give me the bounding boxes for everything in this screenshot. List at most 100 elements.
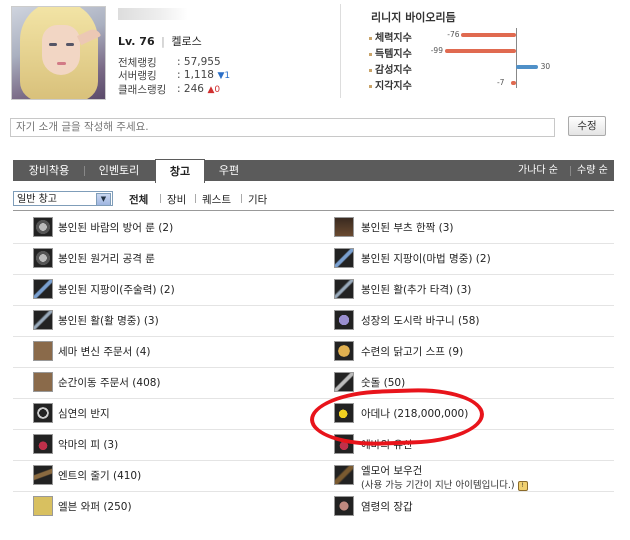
staff-icon xyxy=(33,279,53,299)
filter-equipment[interactable]: 장비 xyxy=(167,192,186,207)
level-server-line: Lv. 76 | 켈로스 xyxy=(118,35,202,48)
level-label: Lv. 76 xyxy=(118,35,155,48)
row-divider xyxy=(13,491,614,492)
potion-icon xyxy=(33,434,53,454)
intro-input[interactable] xyxy=(11,119,551,134)
biorhythm-value: 30 xyxy=(540,62,551,71)
item-name[interactable]: 봉인된 부츠 한짝 (3) xyxy=(361,220,454,235)
rank-value-total: : 57,955 xyxy=(177,56,221,68)
rank-value: 246 xyxy=(183,83,204,95)
item-note-text: (사용 가능 기간이 지난 아이템입니다.) xyxy=(361,480,515,491)
tab-equipment[interactable]: 장비착용 xyxy=(17,160,81,181)
boot-icon xyxy=(334,217,354,237)
glove-icon xyxy=(334,496,354,516)
item-name[interactable]: 숫돌 (50) xyxy=(361,375,405,390)
item-name[interactable]: 봉인된 원거리 공격 룬 xyxy=(58,251,155,266)
rank-change-up: ▲0 xyxy=(207,85,221,95)
tab-bar: 장비착용 인벤토리 창고 우편 가나다 순 수량 순 xyxy=(13,159,614,183)
row-divider xyxy=(13,274,614,275)
sort-by-quantity[interactable]: 수량 순 xyxy=(577,160,608,181)
filter-etc[interactable]: 기타 xyxy=(248,192,267,207)
biorhythm-label: 지각지수 xyxy=(375,81,412,92)
biorhythm-label: 체력지수 xyxy=(375,33,412,44)
rank-value-class: : 246 ▲0 xyxy=(177,83,221,95)
row-divider xyxy=(13,460,614,461)
character-name-blurred xyxy=(118,8,188,20)
list-top-rule xyxy=(13,210,614,211)
item-name[interactable]: 성장의 도시락 바구니 (58) xyxy=(361,313,480,328)
item-name[interactable]: 봉인된 지팡이(주술력) (2) xyxy=(58,282,175,297)
row-divider xyxy=(13,305,614,306)
soup-icon xyxy=(334,341,354,361)
item-name[interactable]: 순간이동 주문서 (408) xyxy=(58,375,161,390)
tab-inventory[interactable]: 인벤토리 xyxy=(87,160,151,181)
item-name[interactable]: 봉인된 바람의 방어 룬 (2) xyxy=(58,220,173,235)
basket-icon xyxy=(334,310,354,330)
biorhythm-bar xyxy=(461,33,516,37)
row-divider xyxy=(13,336,614,337)
tab-mail[interactable]: 우편 xyxy=(209,160,249,181)
item-name[interactable]: 봉인된 지팡이(마법 명중) (2) xyxy=(361,251,491,266)
warehouse-select[interactable]: 일반 창고 ▼ xyxy=(13,191,113,206)
sort-by-name[interactable]: 가나다 순 xyxy=(518,160,558,181)
divider xyxy=(340,4,341,98)
biorhythm-row: 득템지수 xyxy=(369,45,412,60)
wafer-icon xyxy=(33,496,53,516)
rank-value: 57,955 xyxy=(183,56,221,68)
row-divider xyxy=(13,243,614,244)
bow-icon xyxy=(33,310,53,330)
red-circle-annotation xyxy=(309,385,485,449)
item-name[interactable]: 심연의 반지 xyxy=(58,406,110,421)
rank-row-class: 클래스랭킹 xyxy=(118,82,166,97)
biorhythm-zero-axis xyxy=(516,28,517,88)
biorhythm-value: -76 xyxy=(447,30,460,39)
rank-change-down: ▼1 xyxy=(217,71,231,81)
item-name[interactable]: 세마 변신 주문서 (4) xyxy=(58,344,151,359)
item-name[interactable]: 엘모어 보우건 xyxy=(361,463,422,478)
item-name[interactable]: 봉인된 활(추가 타격) (3) xyxy=(361,282,471,297)
bow-icon xyxy=(334,279,354,299)
edit-button[interactable]: 수정 xyxy=(568,116,606,136)
item-name[interactable]: 수련의 닭고기 스프 (9) xyxy=(361,344,463,359)
biorhythm-label: 득템지수 xyxy=(375,49,412,60)
chevron-down-icon[interactable]: ▼ xyxy=(96,193,111,206)
item-name[interactable]: 악마의 피 (3) xyxy=(58,437,118,452)
rank-label: 서버랭킹 xyxy=(118,70,157,82)
tab-warehouse[interactable]: 창고 xyxy=(155,159,205,183)
crossbow-icon xyxy=(334,465,354,485)
filter-all[interactable]: 전체 xyxy=(129,192,148,207)
rune-icon xyxy=(33,217,53,237)
rank-value-server: : 1,118 ▼1 xyxy=(177,69,231,81)
ring-icon xyxy=(33,403,53,423)
rank-value: 1,118 xyxy=(183,69,214,81)
biorhythm-title: 리니지 바이오리듬 xyxy=(371,11,456,24)
biorhythm-row: 체력지수 xyxy=(369,29,412,44)
item-name[interactable]: 엘븐 와퍼 (250) xyxy=(58,499,132,514)
item-name[interactable]: 봉인된 활(활 명중) (3) xyxy=(58,313,159,328)
item-expired-note: (사용 가능 기간이 지난 아이템입니다.)! xyxy=(361,477,528,491)
staff-icon xyxy=(334,248,354,268)
intro-field[interactable] xyxy=(10,118,555,137)
rank-row-server: 서버랭킹 xyxy=(118,68,157,83)
row-divider xyxy=(13,367,614,368)
filter-quest[interactable]: 퀘스트 xyxy=(202,192,231,207)
character-portrait xyxy=(11,6,106,100)
scroll-icon xyxy=(33,372,53,392)
biorhythm-value: -99 xyxy=(430,46,443,55)
warehouse-select-value: 일반 창고 xyxy=(17,194,57,205)
biorhythm-bar xyxy=(444,49,516,53)
biorhythm-label: 감성지수 xyxy=(375,65,412,76)
item-name[interactable]: 염령의 장갑 xyxy=(361,499,413,514)
whetstone-icon xyxy=(334,372,354,392)
biorhythm-value: -7 xyxy=(496,78,505,87)
biorhythm-bar xyxy=(510,81,516,85)
row-divider xyxy=(13,398,614,399)
item-name[interactable]: 엔트의 줄기 (410) xyxy=(58,468,141,483)
biorhythm-bar xyxy=(516,65,538,69)
branch-icon xyxy=(33,465,53,485)
expired-warning-icon: ! xyxy=(517,480,528,491)
server-name: 켈로스 xyxy=(171,35,202,48)
biorhythm-row: 지각지수 xyxy=(369,77,412,92)
rune-icon xyxy=(33,248,53,268)
rank-label: 클래스랭킹 xyxy=(118,84,167,96)
